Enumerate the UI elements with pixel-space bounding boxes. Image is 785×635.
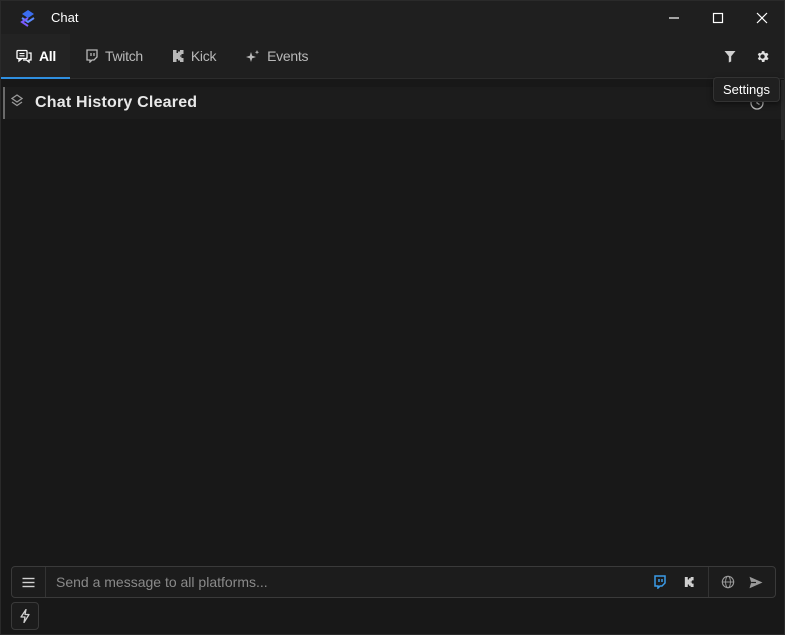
hamburger-icon	[22, 577, 35, 587]
maximize-button[interactable]	[696, 1, 740, 34]
gear-icon	[757, 50, 769, 62]
scrollbar[interactable]	[781, 80, 784, 140]
system-message: Chat History Cleared	[3, 87, 781, 119]
message-composer	[11, 566, 776, 598]
title-bar: Chat	[1, 1, 784, 34]
twitch-toggle[interactable]	[648, 571, 670, 593]
menu-button[interactable]	[12, 567, 46, 597]
tab-twitch[interactable]: Twitch	[70, 34, 157, 78]
platform-toggles	[648, 571, 708, 593]
chat-bubbles-icon	[16, 49, 32, 64]
window-title: Chat	[51, 10, 79, 25]
message-input[interactable]	[46, 567, 648, 597]
tab-actions	[716, 34, 776, 78]
tab-all[interactable]: All	[1, 34, 70, 79]
app-logo-icon	[11, 94, 25, 112]
composer-actions	[709, 571, 775, 593]
close-icon	[756, 12, 768, 23]
kick-toggle[interactable]	[678, 571, 700, 593]
quick-actions-button[interactable]	[11, 602, 39, 630]
filter-icon	[724, 50, 736, 62]
sparkles-icon	[245, 49, 260, 63]
tab-label: All	[39, 48, 56, 64]
send-icon	[749, 576, 763, 588]
twitch-icon	[653, 575, 666, 589]
tab-label: Twitch	[105, 48, 143, 64]
send-button[interactable]	[745, 571, 767, 593]
settings-button[interactable]	[748, 42, 776, 70]
app-logo-icon	[18, 8, 38, 28]
translate-button[interactable]	[717, 571, 739, 593]
system-message-text: Chat History Cleared	[35, 94, 198, 111]
close-button[interactable]	[740, 1, 784, 34]
maximize-icon	[712, 12, 724, 23]
window-controls	[652, 1, 784, 34]
minimize-button[interactable]	[652, 1, 696, 34]
app-window: Chat All Twitch Kick Events Chat History…	[0, 0, 785, 635]
kick-icon	[172, 50, 184, 62]
twitch-icon	[85, 49, 98, 63]
globe-icon	[721, 575, 735, 589]
tab-kick[interactable]: Kick	[157, 34, 230, 78]
lightning-icon	[20, 609, 30, 623]
chat-messages-area[interactable]: Chat History Cleared	[1, 80, 784, 564]
filter-button[interactable]	[716, 42, 744, 70]
tab-bar: All Twitch Kick Events	[1, 34, 784, 79]
tab-label: Events	[267, 48, 309, 64]
tab-events[interactable]: Events	[230, 34, 322, 78]
kick-icon	[684, 577, 694, 587]
minimize-icon	[669, 16, 679, 19]
tab-label: Kick	[190, 48, 217, 64]
settings-tooltip: Settings	[713, 77, 780, 102]
